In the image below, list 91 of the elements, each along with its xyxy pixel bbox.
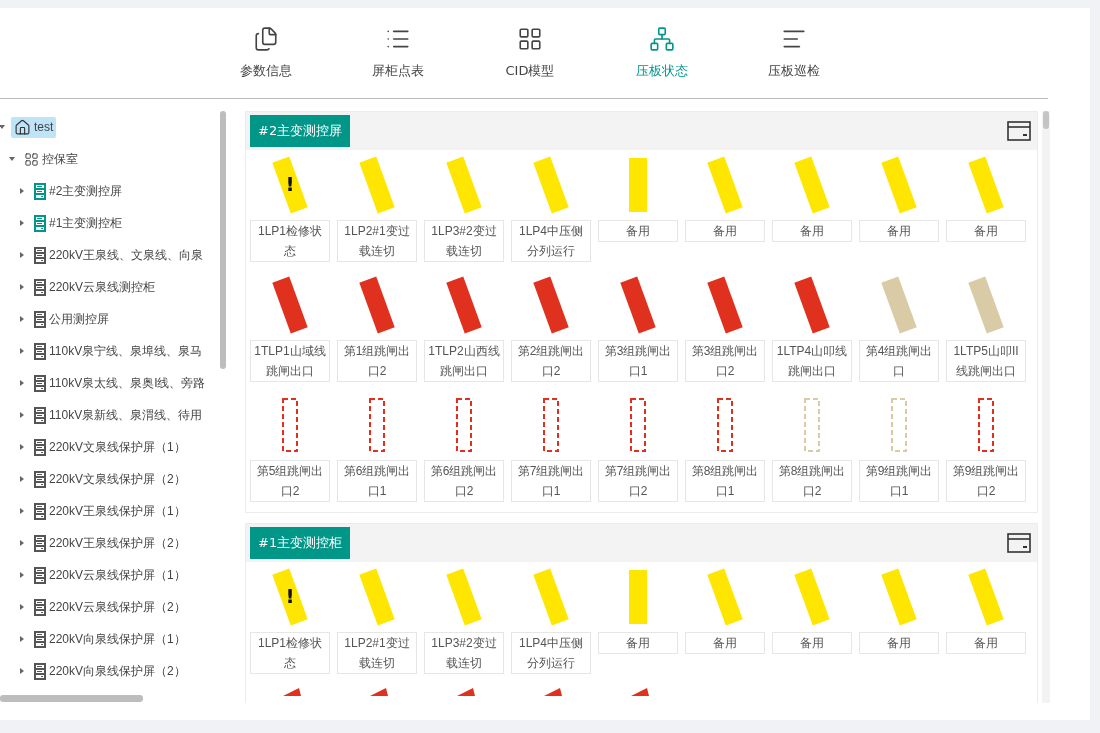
tree-node[interactable]: 220kV文泉线保护屏（1）	[31, 436, 189, 458]
caret-icon[interactable]	[20, 284, 24, 290]
caret-icon[interactable]	[20, 444, 24, 450]
nav-tab[interactable]: 屏柜点表	[358, 8, 438, 98]
grid-icon	[24, 151, 39, 167]
caret-icon[interactable]	[20, 380, 24, 386]
tree-node[interactable]: 110kV泉宁线、泉埠线、泉马	[31, 340, 206, 362]
tree-node[interactable]: 220kV文泉线保护屏（2）	[31, 468, 189, 490]
tree-node[interactable]: 220kV向泉线保护屏（1）	[31, 628, 189, 650]
caret-icon[interactable]	[20, 540, 24, 546]
plate-label: 1LP1检修状态	[250, 220, 330, 262]
tree-node[interactable]: 220kV云泉线测控柜	[31, 276, 159, 298]
hierarchy-icon	[649, 26, 675, 52]
caret-icon[interactable]	[20, 572, 24, 578]
plate-label: 第1组跳闸出口2	[337, 340, 417, 382]
plate-label: 备用	[772, 632, 852, 654]
plate-label: 1LP3#2变过载连切	[424, 632, 504, 674]
plate-label: 1LP4中压侧分列运行	[511, 632, 591, 674]
plate-label: 1TLP1山域线跳闸出口	[250, 340, 330, 382]
tree-node[interactable]: 220kV向泉线保护屏（2）	[31, 660, 189, 682]
plate-label: 第3组跳闸出口1	[598, 340, 678, 382]
plate-label: 备用	[859, 220, 939, 242]
scrollbar-thumb[interactable]	[1043, 111, 1049, 129]
caret-icon[interactable]	[20, 508, 24, 514]
plate-label: 第7组跳闸出口2	[598, 460, 678, 502]
nav-tab[interactable]: 参数信息	[226, 8, 306, 98]
caret-icon[interactable]	[20, 348, 24, 354]
scrollbar-thumb[interactable]	[220, 111, 226, 369]
plate-label: 1LP3#2变过载连切	[424, 220, 504, 262]
plate-label: 备用	[598, 220, 678, 242]
plate-label: 第8组跳闸出口1	[685, 460, 765, 502]
caret-icon[interactable]	[20, 668, 24, 674]
tree-node[interactable]: test	[11, 116, 57, 138]
tree-node[interactable]: 220kV云泉线保护屏（1）	[31, 564, 189, 586]
plate-label: 1LP4中压侧分列运行	[511, 220, 591, 262]
tree-node[interactable]: 110kV泉新线、泉渭线、待用	[31, 404, 206, 426]
caret-icon[interactable]	[0, 125, 5, 129]
warning-mark: !	[285, 172, 295, 196]
tree-node[interactable]: 220kV王泉线保护屏（1）	[31, 500, 189, 522]
plate-label: 第2组跳闸出口2	[511, 340, 591, 382]
plate-label: 第7组跳闸出口1	[511, 460, 591, 502]
home-icon	[14, 118, 31, 136]
scrollbar-thumb[interactable]	[0, 695, 143, 702]
tree-node[interactable]: 控保室	[21, 148, 81, 170]
plate-label: 第4组跳闸出口	[859, 340, 939, 382]
plate-label: 1LTP4山叩线跳闸出口	[772, 340, 852, 382]
plate-label: 1LP2#1变过载连切	[337, 632, 417, 674]
plate-label: 第6组跳闸出口2	[424, 460, 504, 502]
plate-label: 1LP2#1变过载连切	[337, 220, 417, 262]
caret-icon[interactable]	[20, 220, 24, 226]
caret-icon[interactable]	[9, 157, 15, 161]
plate-label: 备用	[772, 220, 852, 242]
plate-label: 备用	[685, 632, 765, 654]
nav-tab[interactable]: CID模型	[490, 8, 570, 98]
plate-label: 第9组跳闸出口2	[946, 460, 1026, 502]
tree-node[interactable]: 110kV泉太线、泉奥I线、旁路	[31, 372, 209, 394]
plate-label: 备用	[859, 632, 939, 654]
nav-tab[interactable]: 压板状态	[622, 8, 702, 98]
grid-icon	[517, 26, 543, 52]
plate-label: 第5组跳闸出口2	[250, 460, 330, 502]
panel-title: #1主变测控柜	[250, 527, 351, 559]
warning-mark: !	[285, 584, 295, 608]
documents-icon	[253, 26, 279, 52]
panel-title: #2主变测控屏	[250, 115, 351, 147]
plate-label: 备用	[685, 220, 765, 242]
plate-label: 备用	[946, 632, 1026, 654]
tree-node[interactable]: #2主变测控屏	[31, 180, 126, 202]
tree-node[interactable]: 220kV王泉线、文泉线、向泉	[31, 244, 207, 266]
plate-label: 1LTP5山叩II线跳闸出口	[946, 340, 1026, 382]
caret-icon[interactable]	[20, 476, 24, 482]
plate-label: 备用	[598, 632, 678, 654]
plate-label: 第9组跳闸出口1	[859, 460, 939, 502]
tree-node[interactable]: 公用测控屏	[31, 308, 112, 330]
plate-label: 第6组跳闸出口1	[337, 460, 417, 502]
tree-node[interactable]: 220kV云泉线保护屏（2）	[31, 596, 189, 618]
window-icon[interactable]	[1007, 533, 1031, 553]
caret-icon[interactable]	[20, 636, 24, 642]
caret-icon[interactable]	[20, 188, 24, 194]
plate-label: 1LP1检修状态	[250, 632, 330, 674]
caret-icon[interactable]	[20, 252, 24, 258]
nav-tab[interactable]: 压板巡检	[754, 8, 834, 98]
caret-icon[interactable]	[20, 412, 24, 418]
plate-label: 第3组跳闸出口2	[685, 340, 765, 382]
plate-label: 1TLP2山西线跳闸出口	[424, 340, 504, 382]
tree-node[interactable]: #1主变测控柜	[31, 212, 126, 234]
plate-label: 第8组跳闸出口2	[772, 460, 852, 502]
plate-label: 备用	[946, 220, 1026, 242]
caret-icon[interactable]	[20, 316, 24, 322]
tree-node[interactable]: 220kV王泉线保护屏（2）	[31, 532, 189, 554]
window-icon[interactable]	[1007, 121, 1031, 141]
caret-icon[interactable]	[20, 604, 24, 610]
